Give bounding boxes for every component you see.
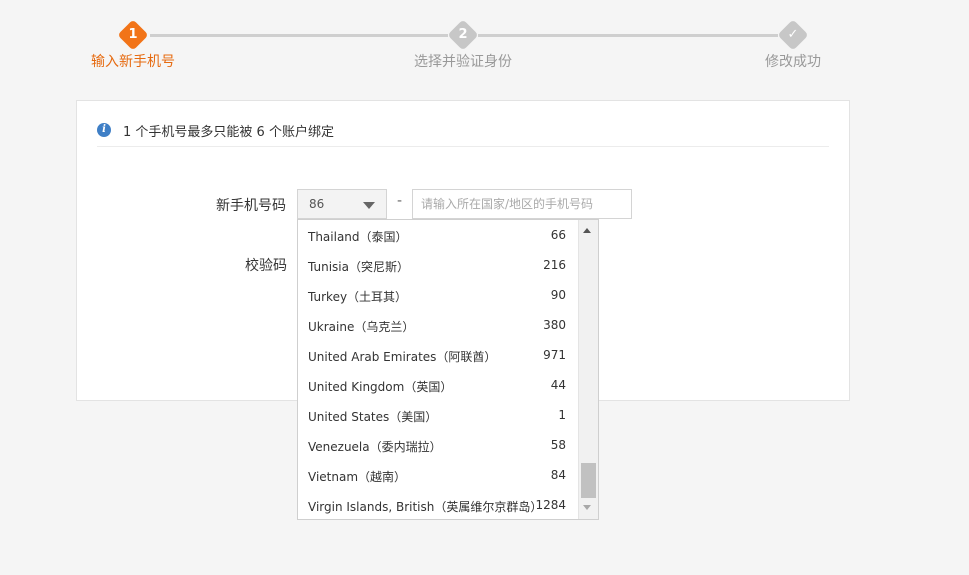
phone-number-input[interactable] [412, 189, 632, 219]
country-name: United Arab Emirates（阿联酋） [308, 350, 497, 364]
country-option[interactable]: Ukraine（乌克兰） 380 [298, 310, 578, 340]
step-connector [150, 34, 448, 37]
scroll-down-arrow-icon[interactable] [583, 505, 591, 510]
country-dial-code: 66 [550, 228, 566, 242]
country-dial-code: 84 [550, 468, 566, 482]
step-2-marker: 2 [447, 19, 479, 51]
country-option[interactable]: Venezuela（委内瑞拉） 58 [298, 430, 578, 460]
country-name: Thailand（泰国） [308, 230, 408, 244]
country-option[interactable]: United States（美国） 1 [298, 400, 578, 430]
country-dial-code: 216 [543, 258, 566, 272]
step-2-label: 选择并验证身份 [414, 54, 512, 70]
country-dial-code: 380 [543, 318, 566, 332]
country-option[interactable]: Virgin Islands, British（英属维尔京群岛） 1284 [298, 490, 578, 519]
country-name: Vietnam（越南） [308, 470, 407, 484]
country-name: Venezuela（委内瑞拉） [308, 440, 442, 454]
country-dial-code: 1284 [535, 498, 566, 512]
step-connector [478, 34, 778, 37]
info-icon: i [97, 123, 111, 137]
country-code-dropdown[interactable]: Thailand（泰国） 66 Tunisia（突尼斯） 216 Turkey（… [297, 219, 599, 520]
country-option[interactable]: Turkey（土耳其） 90 [298, 280, 578, 310]
country-option[interactable]: Tunisia（突尼斯） 216 [298, 250, 578, 280]
country-code-value: 86 [309, 197, 325, 211]
chevron-down-icon [363, 202, 375, 209]
country-code-select[interactable]: 86 [297, 189, 387, 219]
phone-label: 新手机号码 [216, 198, 286, 214]
step-1-label: 输入新手机号 [91, 54, 175, 70]
country-name: Ukraine（乌克兰） [308, 320, 415, 334]
scrollbar-thumb[interactable] [581, 463, 596, 498]
notice-bar: i 1 个手机号最多只能被 6 个账户绑定 [97, 121, 829, 147]
code-label: 校验码 [245, 258, 287, 274]
country-name: United Kingdom（英国） [308, 380, 453, 394]
progress-steps: 1 输入新手机号 2 选择并验证身份 ✓ 修改成功 [0, 0, 969, 90]
country-name: Virgin Islands, British（英属维尔京群岛） [308, 500, 543, 514]
country-option[interactable]: United Arab Emirates（阿联酋） 971 [298, 340, 578, 370]
scroll-up-arrow-icon[interactable] [583, 228, 591, 233]
country-option[interactable]: Vietnam（越南） 84 [298, 460, 578, 490]
country-name: Tunisia（突尼斯） [308, 260, 409, 274]
country-option[interactable]: United Kingdom（英国） 44 [298, 370, 578, 400]
step-3-label: 修改成功 [765, 54, 821, 70]
country-dial-code: 1 [558, 408, 566, 422]
country-name: Turkey（土耳其） [308, 290, 408, 304]
notice-text: 1 个手机号最多只能被 6 个账户绑定 [123, 125, 334, 140]
country-dial-code: 90 [550, 288, 566, 302]
dropdown-scrollbar[interactable] [578, 220, 598, 519]
country-dial-code: 971 [543, 348, 566, 362]
country-dial-code: 58 [550, 438, 566, 452]
country-name: United States（美国） [308, 410, 438, 424]
country-dial-code: 44 [550, 378, 566, 392]
step-1-marker: 1 [117, 19, 149, 51]
country-option[interactable]: Thailand（泰国） 66 [298, 220, 578, 250]
step-3-check-icon: ✓ [777, 19, 809, 51]
separator-dash: - [397, 193, 403, 209]
